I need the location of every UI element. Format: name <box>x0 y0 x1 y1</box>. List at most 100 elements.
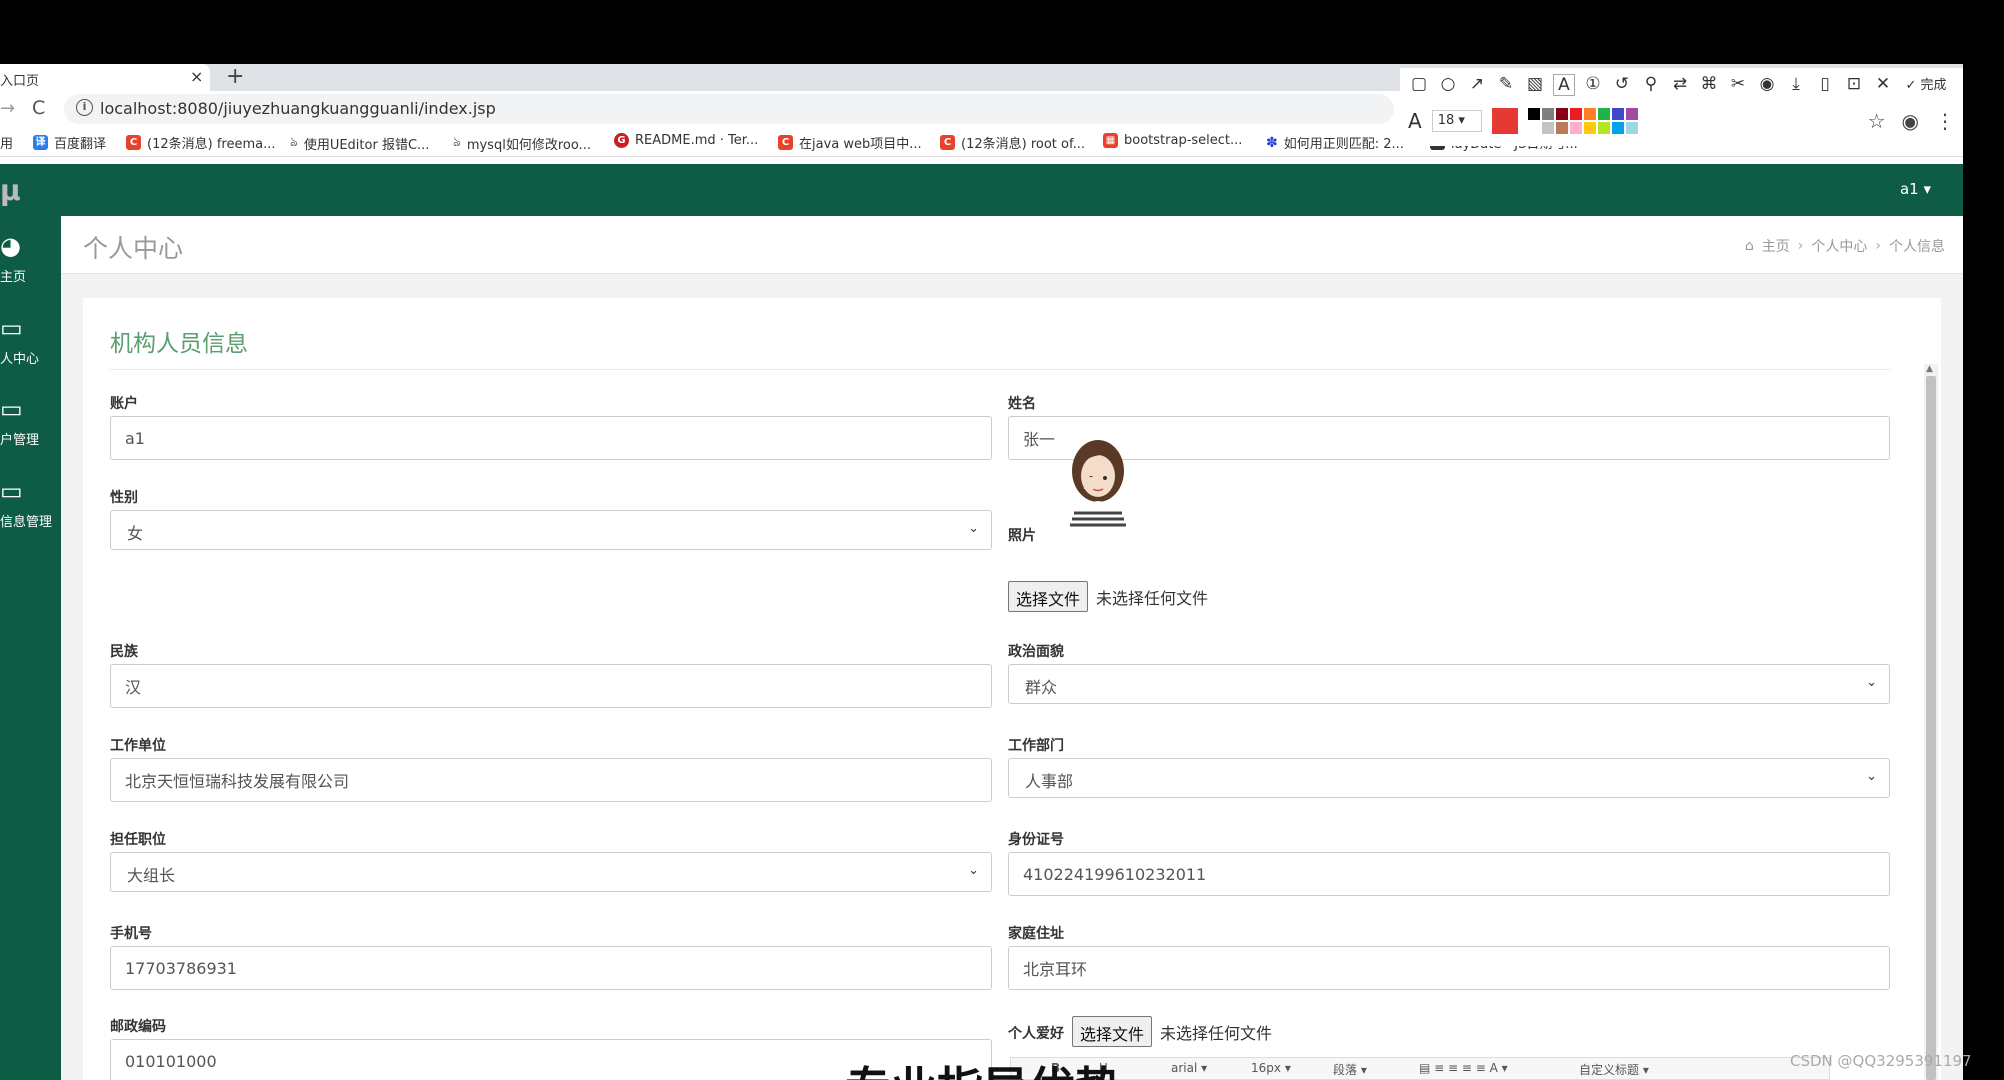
palette-swatch[interactable] <box>1569 108 1582 120</box>
circle-icon[interactable]: ○ <box>1437 74 1459 96</box>
screen: 入口页 × + → C i localhost:8080/jiuyezhuang… <box>0 0 2004 1080</box>
browser-window: 入口页 × + → C i localhost:8080/jiuyezhuang… <box>0 64 1963 1080</box>
ethnicity-input[interactable] <box>110 664 992 708</box>
bookmark-item[interactable]: 用 <box>0 133 13 152</box>
monitor-icon: ▭ <box>0 395 23 423</box>
department-select[interactable]: 人事部 ⌄ <box>1008 758 1890 798</box>
pen-icon[interactable]: ✎ <box>1495 74 1517 96</box>
palette-swatch[interactable] <box>1527 108 1540 120</box>
bookmark-item[interactable]: G README.md · Ter... <box>614 133 758 148</box>
current-color-swatch[interactable] <box>1491 108 1518 134</box>
address-input[interactable] <box>1008 946 1890 990</box>
user-menu[interactable]: a1 ▾ <box>1900 180 1931 198</box>
font-family-select[interactable]: arial ▾ <box>1171 1061 1207 1075</box>
bookmark-item[interactable]: ▦ bootstrap-select... <box>1103 133 1242 148</box>
scrollbar[interactable]: ▲ <box>1924 364 1938 1080</box>
sidebar-item-info[interactable]: ▭ 信息管理 <box>0 469 61 539</box>
new-tab-icon[interactable]: + <box>226 64 244 89</box>
palette-swatch[interactable] <box>1555 122 1568 134</box>
breadcrumb-home[interactable]: 主页 <box>1762 236 1790 256</box>
idcard-input[interactable] <box>1008 852 1890 896</box>
dashboard-icon: ◕ <box>0 232 21 260</box>
reload-icon[interactable]: C <box>32 97 45 119</box>
bookmark-item[interactable]: C (12条消息) root of... <box>940 133 1085 152</box>
sidebar-item-profile[interactable]: ▭ 人中心 <box>0 306 61 376</box>
rect-icon[interactable]: ▢ <box>1408 74 1430 96</box>
save-icon[interactable]: ⊡ <box>1843 74 1865 96</box>
palette-swatch[interactable] <box>1597 122 1610 134</box>
paragraph-select[interactable]: 段落 ▾ <box>1333 1061 1367 1078</box>
custom-title-select[interactable]: 自定义标题 ▾ <box>1579 1061 1649 1078</box>
palette-swatch[interactable] <box>1625 108 1638 120</box>
sidebar-item-label: 信息管理 <box>0 515 53 530</box>
palette-swatch[interactable] <box>1541 122 1554 134</box>
close-icon[interactable]: ✕ <box>1872 74 1894 96</box>
bookmark-item[interactable]: C (12条消息) freema... <box>126 133 275 152</box>
tab-close-icon[interactable]: × <box>190 67 203 86</box>
breadcrumb-profile[interactable]: 个人中心 <box>1811 236 1867 256</box>
bookmark-item[interactable]: 译百度翻译 <box>33 133 106 152</box>
scissors-icon[interactable]: ✂ <box>1727 74 1749 96</box>
palette-swatch[interactable] <box>1597 108 1610 120</box>
address-bar[interactable]: i localhost:8080/jiuyezhuangkuangguanli/… <box>64 94 1394 124</box>
account-input[interactable] <box>110 416 992 460</box>
arrow-icon[interactable]: ↗ <box>1466 74 1488 96</box>
palette-swatch[interactable] <box>1625 122 1638 134</box>
workplace-input[interactable] <box>110 758 992 802</box>
account-label: 账户 <box>110 396 138 412</box>
palette-swatch[interactable] <box>1541 108 1554 120</box>
hobby-choose-file-button[interactable]: 选择文件 <box>1072 1016 1153 1047</box>
palette-swatch[interactable] <box>1569 122 1582 134</box>
mosaic-icon[interactable]: ▧ <box>1524 74 1546 96</box>
position-select[interactable]: 大组长 ⌄ <box>110 852 992 892</box>
gender-value: 女 <box>127 524 144 543</box>
star-icon[interactable]: ☆ <box>1868 109 1886 133</box>
bookmark-item[interactable]: C 在java web项目中... <box>778 133 922 152</box>
palette-swatch[interactable] <box>1611 108 1624 120</box>
custom-title-value: 自定义标题 <box>1579 1063 1640 1077</box>
number-icon[interactable]: ① <box>1582 74 1604 96</box>
sidebar-item-users[interactable]: ▭ 户管理 <box>0 387 61 457</box>
editor-toolbar: B U arial ▾ 16px ▾ 段落 ▾ ▤ ≡ ≡ ≡ ≡ A ▾ 自定… <box>1010 1057 1830 1080</box>
site-info-icon[interactable]: i <box>76 99 93 116</box>
phone-icon[interactable]: ▯ <box>1814 74 1836 96</box>
forward-icon[interactable]: → <box>0 98 15 119</box>
bookmark-label: bootstrap-select... <box>1124 133 1243 148</box>
download-icon[interactable]: ⤓ <box>1785 74 1807 96</box>
scrollbar-thumb[interactable] <box>1926 376 1936 1080</box>
address-label: 家庭住址 <box>1008 926 1064 942</box>
font-size-select[interactable]: 16px ▾ <box>1251 1061 1291 1075</box>
align-icons[interactable]: ▤ ≡ ≡ ≡ ≡ A ▾ <box>1419 1061 1508 1075</box>
home-icon: ⌂ <box>1744 238 1754 254</box>
sidebar-item-home[interactable]: ◕ 主页 <box>0 224 61 294</box>
browser-tab[interactable]: 入口页 × <box>0 64 210 91</box>
done-button[interactable]: ✓ 完成 <box>1901 74 1951 96</box>
font-size-select[interactable]: 18 ▾ <box>1431 110 1482 132</box>
bookmark-item[interactable]: ✽ 如何用正则匹配: 2... <box>1266 133 1404 153</box>
palette-swatch[interactable] <box>1527 122 1540 134</box>
undo-icon[interactable]: ↺ <box>1611 74 1633 96</box>
palette-swatch[interactable] <box>1555 108 1568 120</box>
palette-swatch[interactable] <box>1583 122 1596 134</box>
politics-select[interactable]: 群众 ⌄ <box>1008 664 1890 704</box>
phone-input[interactable] <box>110 946 992 990</box>
gender-select[interactable]: 女 ⌄ <box>110 510 992 550</box>
translate-icon[interactable]: ⇄ <box>1669 74 1691 96</box>
pin-icon[interactable]: ⚲ <box>1640 74 1662 96</box>
record-icon[interactable]: ◉ <box>1756 74 1778 96</box>
ocr-icon[interactable]: ⌘ <box>1698 74 1720 96</box>
scroll-up-icon[interactable]: ▲ <box>1926 364 1933 374</box>
photo-choose-file-button[interactable]: 选择文件 <box>1008 581 1089 612</box>
bookmark-label: 如何用正则匹配: 2... <box>1283 137 1404 152</box>
ethnicity-label: 民族 <box>110 644 138 660</box>
text-icon[interactable]: A <box>1553 74 1575 96</box>
profile-icon[interactable]: ◉ <box>1902 109 1919 133</box>
url-text[interactable]: localhost:8080/jiuyezhuangkuangguanli/in… <box>100 99 496 118</box>
palette-swatch[interactable] <box>1583 108 1596 120</box>
menu-icon[interactable]: ⋮ <box>1935 109 1955 133</box>
main-content: 个人中心 ⌂ 主页 › 个人中心 › 个人信息 机构人员信息 账户 姓名 <box>61 216 1963 1080</box>
palette-swatch[interactable] <box>1611 122 1624 134</box>
name-input[interactable] <box>1008 416 1890 460</box>
bookmark-item[interactable]: ঌ mysql如何修改roo... <box>453 133 591 154</box>
bookmark-item[interactable]: ঌ 使用UEditor 报错C... <box>290 133 429 154</box>
